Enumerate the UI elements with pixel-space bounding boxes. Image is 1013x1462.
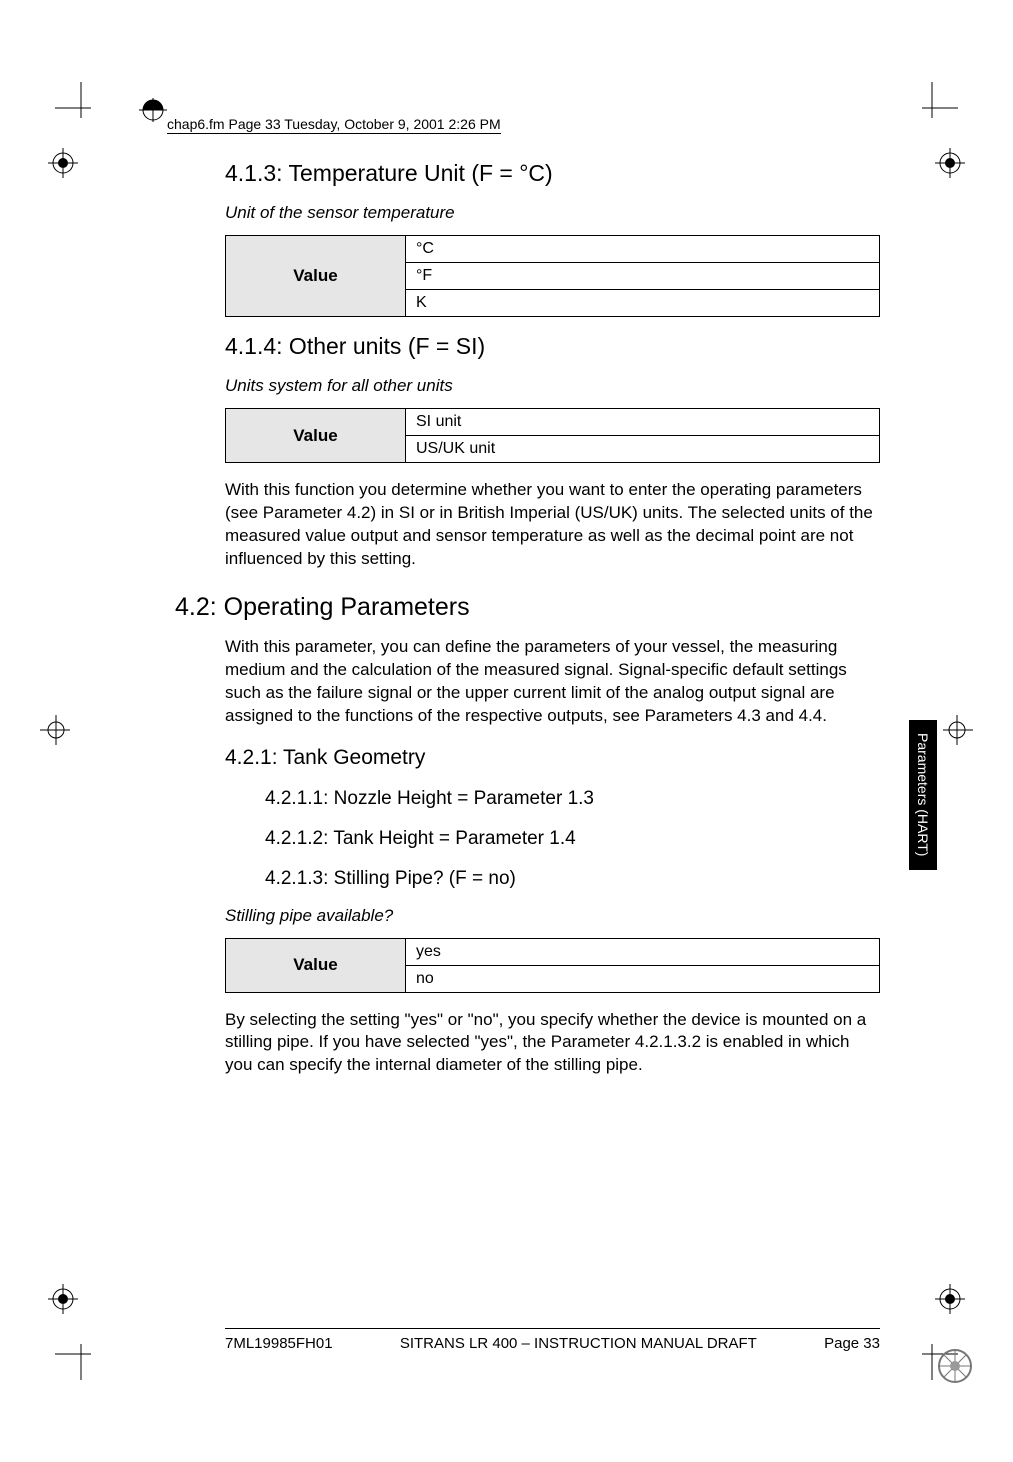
heading-4-2-1-3: 4.2.1.3: Stilling Pipe? (F = no) (265, 868, 880, 890)
table-label: Value (226, 938, 406, 992)
registration-mark-icon (48, 1284, 78, 1314)
body-4-2: With this parameter, you can define the … (225, 636, 880, 728)
registration-mark-icon (935, 148, 965, 178)
crop-mark-icon (30, 715, 70, 745)
table-row: SI unit (406, 409, 880, 436)
table-4-2-1-3: Value yes no (225, 938, 880, 993)
table-4-1-3: Value °C °F K (225, 235, 880, 317)
caption-4-2-1-3: Stilling pipe available? (225, 906, 880, 926)
crop-mark-icon (922, 82, 958, 118)
footer-center: SITRANS LR 400 – INSTRUCTION MANUAL DRAF… (400, 1335, 757, 1352)
table-row: °C (406, 236, 880, 263)
table-row: yes (406, 938, 880, 965)
binding-indicator-icon (139, 92, 167, 128)
registration-mark-icon (935, 1284, 965, 1314)
table-row: no (406, 965, 880, 992)
caption-4-1-3: Unit of the sensor temperature (225, 203, 880, 223)
body-4-1-4: With this function you determine whether… (225, 479, 880, 571)
table-label: Value (226, 236, 406, 317)
table-row: US/UK unit (406, 436, 880, 463)
heading-4-2: 4.2: Operating Parameters (175, 593, 880, 622)
crop-mark-icon (943, 715, 983, 745)
heading-4-2-1: 4.2.1: Tank Geometry (225, 746, 880, 770)
running-head: chap6.fm Page 33 Tuesday, October 9, 200… (167, 116, 501, 134)
table-row: K (406, 290, 880, 317)
table-row: °F (406, 263, 880, 290)
caption-4-1-4: Units system for all other units (225, 376, 880, 396)
heading-4-2-1-2: 4.2.1.2: Tank Height = Parameter 1.4 (265, 828, 880, 850)
side-tab: Parameters (HART) (909, 720, 937, 870)
footer-left: 7ML19985FH01 (225, 1335, 333, 1352)
table-label: Value (226, 409, 406, 463)
crop-mark-icon (55, 1344, 91, 1380)
color-wheel-icon (937, 1348, 973, 1384)
table-4-1-4: Value SI unit US/UK unit (225, 408, 880, 463)
heading-4-1-3: 4.1.3: Temperature Unit (F = °C) (225, 160, 880, 187)
body-4-2-1-3: By selecting the setting "yes" or "no", … (225, 1009, 880, 1078)
registration-mark-icon (48, 148, 78, 178)
page-footer: 7ML19985FH01 SITRANS LR 400 – INSTRUCTIO… (225, 1328, 880, 1352)
heading-4-1-4: 4.1.4: Other units (F = SI) (225, 333, 880, 360)
crop-mark-icon (55, 82, 91, 118)
heading-4-2-1-1: 4.2.1.1: Nozzle Height = Parameter 1.3 (265, 788, 880, 810)
footer-right: Page 33 (824, 1335, 880, 1352)
